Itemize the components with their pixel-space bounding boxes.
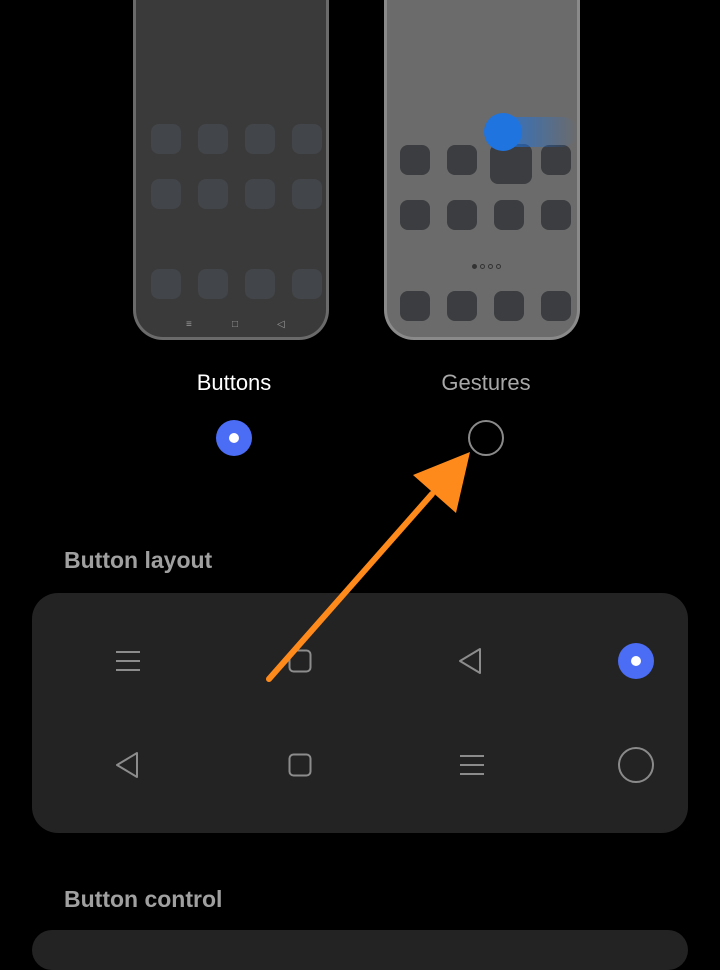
app-icon bbox=[541, 145, 571, 175]
square-icon: □ bbox=[232, 319, 239, 330]
gestures-preview-phone[interactable] bbox=[384, 0, 580, 340]
back-triangle-icon: ◁ bbox=[277, 319, 285, 330]
button-layout-card bbox=[32, 593, 688, 833]
app-icon bbox=[447, 145, 477, 175]
gestures-mode-label: Gestures bbox=[441, 370, 531, 395]
app-icon bbox=[292, 269, 322, 299]
app-icon bbox=[198, 269, 228, 299]
page-indicator bbox=[472, 264, 501, 269]
back-triangle-icon bbox=[453, 644, 487, 678]
app-icon bbox=[541, 200, 571, 230]
app-icon bbox=[400, 145, 430, 175]
button-control-title: Button control bbox=[64, 886, 223, 912]
app-icon bbox=[245, 179, 275, 209]
buttons-mode-radio[interactable] bbox=[216, 420, 252, 456]
menu-icon bbox=[455, 748, 489, 782]
buttons-preview-phone[interactable]: ≡ □ ◁ bbox=[133, 0, 329, 340]
layout-option-2-radio[interactable] bbox=[618, 747, 654, 783]
gestures-mode-radio[interactable] bbox=[468, 420, 504, 456]
buttons-mode-label: Buttons bbox=[196, 370, 272, 395]
app-icon bbox=[292, 179, 322, 209]
back-triangle-icon bbox=[110, 748, 144, 782]
button-control-card bbox=[32, 930, 688, 970]
app-icon bbox=[400, 291, 430, 321]
app-icon bbox=[245, 269, 275, 299]
square-icon bbox=[283, 748, 317, 782]
square-icon bbox=[283, 644, 317, 678]
app-icon bbox=[245, 124, 275, 154]
app-icon bbox=[198, 179, 228, 209]
app-icon bbox=[151, 179, 181, 209]
app-icon bbox=[400, 200, 430, 230]
app-icon bbox=[151, 124, 181, 154]
gesture-touch-dot bbox=[484, 113, 522, 151]
app-icon bbox=[494, 200, 524, 230]
app-icon bbox=[541, 291, 571, 321]
app-icon bbox=[494, 291, 524, 321]
app-icon bbox=[198, 124, 228, 154]
app-icon bbox=[151, 269, 181, 299]
button-layout-title: Button layout bbox=[64, 547, 213, 573]
app-icon bbox=[292, 124, 322, 154]
menu-icon bbox=[111, 644, 145, 678]
layout-option-1-radio[interactable] bbox=[618, 643, 654, 679]
app-icon bbox=[447, 291, 477, 321]
menu-icon: ≡ bbox=[186, 319, 192, 330]
app-icon bbox=[447, 200, 477, 230]
